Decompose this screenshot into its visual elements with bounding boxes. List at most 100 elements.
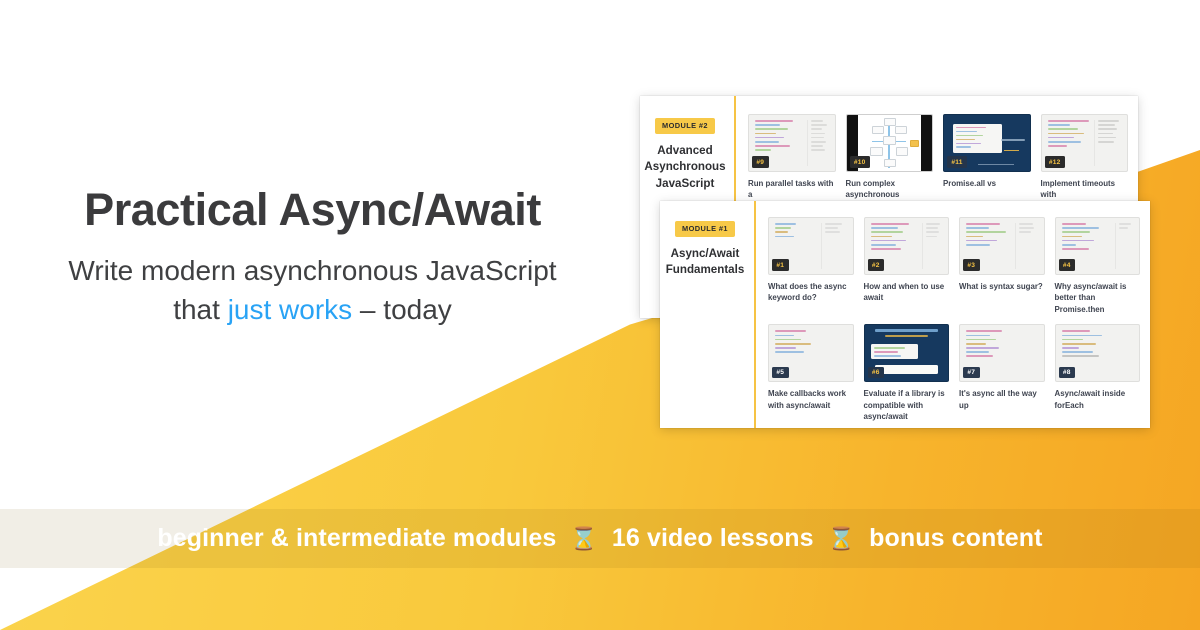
- diagram-node: [884, 158, 896, 167]
- code-gutter-graphic: [922, 223, 942, 269]
- lesson-item[interactable]: #8 Async/await inside forEach: [1054, 324, 1140, 422]
- module-badge: MODULE #1: [675, 221, 735, 237]
- module-title: Async/Await Fundamentals: [666, 246, 745, 280]
- lesson-number-badge: #2: [867, 259, 885, 271]
- slide-footer-graphic: [978, 163, 1015, 166]
- module-title-line-1: Async/Await: [670, 246, 740, 260]
- diagram-node-highlight: [909, 139, 919, 147]
- lesson-caption: Why async/await is better than Promise.t…: [1054, 282, 1127, 314]
- lesson-item[interactable]: #10 Run complex asynchronous: [845, 114, 933, 201]
- module-title-line-2: Fundamentals: [665, 263, 745, 277]
- lesson-item[interactable]: #1 What does the async keyword do?: [768, 217, 854, 315]
- lesson-thumbnail[interactable]: #6: [863, 324, 949, 383]
- lesson-number-badge: #12: [1044, 156, 1065, 168]
- diagram-node: [870, 147, 883, 156]
- lesson-caption: Run complex asynchronous: [845, 179, 900, 200]
- lesson-item[interactable]: #7 It's async all the way up: [959, 324, 1045, 422]
- diagram-right-bar: [920, 115, 932, 171]
- module-card-1-header: MODULE #1 Async/Await Fundamentals: [660, 201, 756, 428]
- subtitle-line-2-suffix: – today: [352, 294, 452, 326]
- lesson-row: #1 What does the async keyword do? #2 Ho…: [768, 217, 1140, 315]
- slide-subtitle-graphic: [884, 334, 928, 338]
- diagram-node: [872, 126, 885, 135]
- subtitle-line-2-prefix: that: [173, 294, 228, 326]
- banner-item-bonus: bonus content: [869, 524, 1043, 552]
- lesson-number-badge: #10: [849, 156, 870, 168]
- code-gutter-graphic: [1015, 223, 1037, 269]
- diagram-node: [884, 117, 896, 126]
- code-gutter-graphic: [1093, 120, 1121, 166]
- lesson-thumbnail[interactable]: #4: [1054, 217, 1140, 275]
- hourglass-icon: ⌛: [827, 525, 856, 551]
- lesson-thumbnail[interactable]: #11: [943, 114, 1031, 172]
- lesson-caption: Implement timeouts with: [1040, 179, 1116, 200]
- lesson-number-badge: #3: [963, 259, 980, 271]
- lesson-row: #9 Run parallel tasks with a #10 Run com…: [748, 114, 1128, 201]
- lesson-item[interactable]: #2 How and when to use await: [863, 217, 949, 315]
- lesson-number-badge: #4: [1058, 259, 1076, 271]
- lesson-number-badge: #6: [867, 366, 885, 379]
- lesson-caption: How and when to use await: [863, 282, 945, 303]
- hero-text-block: Practical Async/Await Write modern async…: [0, 184, 625, 331]
- subtitle-line-1: Write modern asynchronous JavaScript: [68, 254, 557, 286]
- lesson-thumbnail[interactable]: #8: [1054, 324, 1140, 383]
- lesson-thumbnail[interactable]: #3: [959, 217, 1045, 275]
- lesson-caption: What does the async keyword do?: [768, 282, 847, 303]
- promo-graphic: Practical Async/Await Write modern async…: [0, 0, 1200, 630]
- lesson-item[interactable]: #4 Why async/await is better than Promis…: [1054, 217, 1140, 315]
- page-title: Practical Async/Await: [84, 184, 541, 235]
- module-title-line-1: Advanced: [657, 143, 713, 157]
- lesson-item[interactable]: #3 What is syntax sugar?: [959, 217, 1045, 315]
- lesson-thumbnail[interactable]: #7: [959, 324, 1045, 383]
- lesson-caption: Run parallel tasks with a: [748, 179, 834, 200]
- subtitle-highlight: just works: [227, 294, 353, 326]
- lesson-caption: What is syntax sugar?: [959, 282, 1043, 291]
- code-gutter-graphic: [821, 223, 846, 269]
- slide-arrow-graphic: [1003, 149, 1020, 151]
- slide-annotation-graphic: [1001, 138, 1026, 141]
- lesson-thumbnail[interactable]: #9: [748, 114, 836, 172]
- lesson-number-badge: #9: [752, 156, 769, 168]
- feature-banner: beginner & intermediate modules ⌛ 16 vid…: [0, 509, 1200, 568]
- lesson-thumbnail[interactable]: #5: [768, 324, 854, 383]
- lesson-caption: Make callbacks work with async/await: [768, 389, 847, 410]
- hourglass-icon: ⌛: [570, 525, 598, 551]
- lesson-item[interactable]: #5 Make callbacks work with async/await: [768, 324, 854, 422]
- lesson-thumbnail[interactable]: #10: [845, 114, 933, 172]
- lesson-row: #5 Make callbacks work with async/await …: [768, 324, 1140, 422]
- lesson-thumbnail[interactable]: #2: [863, 217, 949, 275]
- slide-preview-graphic: [871, 344, 918, 359]
- diagram-node: [896, 147, 909, 156]
- lesson-item[interactable]: #12 Implement timeouts with: [1040, 114, 1128, 201]
- lesson-caption: Promise.all vs: [943, 179, 997, 188]
- lesson-number-badge: #5: [772, 366, 789, 379]
- code-gutter-graphic: [1114, 223, 1133, 269]
- diagram-node: [883, 136, 897, 145]
- lesson-caption: Async/await inside forEach: [1054, 389, 1126, 410]
- lesson-thumbnail[interactable]: #1: [768, 217, 854, 275]
- module-card-1-lessons: #1 What does the async keyword do? #2 Ho…: [756, 201, 1150, 428]
- page-subtitle: Write modern asynchronous JavaScript tha…: [0, 251, 625, 331]
- code-gutter-graphic: [806, 120, 829, 166]
- module-title: Advanced Asynchronous JavaScript: [644, 143, 725, 193]
- slide-preview-graphic: [952, 123, 1003, 154]
- lesson-number-badge: #1: [772, 259, 789, 271]
- module-badge: MODULE #2: [655, 118, 715, 134]
- diagram-node: [895, 126, 908, 135]
- lesson-item[interactable]: #11 Promise.all vs: [943, 114, 1031, 201]
- module-card-1[interactable]: MODULE #1 Async/Await Fundamentals #1 Wh…: [660, 201, 1150, 428]
- module-title-line-2: Asynchronous: [644, 160, 726, 174]
- lesson-caption: Evaluate if a library is compatible with…: [863, 389, 945, 422]
- lesson-item[interactable]: #9 Run parallel tasks with a: [748, 114, 836, 201]
- lesson-caption: It's async all the way up: [959, 389, 1037, 410]
- module-title-line-3: JavaScript: [655, 177, 715, 191]
- lesson-number-badge: #8: [1058, 366, 1076, 379]
- banner-item-modules: beginner & intermediate modules: [157, 524, 557, 552]
- lesson-number-badge: #11: [947, 156, 968, 168]
- slide-input-graphic: [874, 364, 938, 374]
- slide-title-graphic: [874, 329, 938, 333]
- banner-item-lessons: 16 video lessons: [611, 524, 814, 552]
- lesson-item[interactable]: #6 Evaluate if a library is compatible w…: [863, 324, 949, 422]
- lesson-thumbnail[interactable]: #12: [1040, 114, 1128, 172]
- lesson-number-badge: #7: [963, 366, 980, 379]
